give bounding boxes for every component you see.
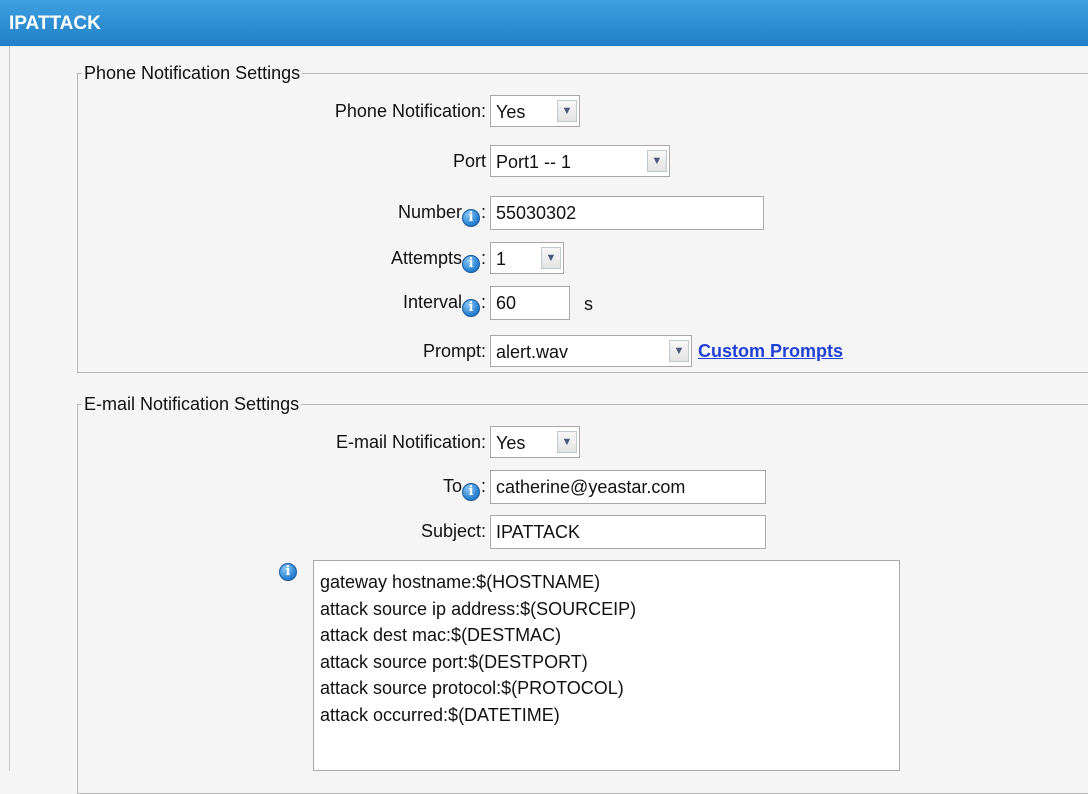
interval-input[interactable]: 60 <box>490 286 570 320</box>
subject-label: Subject: <box>420 521 486 541</box>
phone-notification-row: Phone Notification: <box>200 95 486 127</box>
phone-notification-label: Phone Notification: <box>334 101 486 121</box>
attempts-value: 1 <box>496 249 507 269</box>
port-value: Port1 -- 1 <box>496 152 572 172</box>
phone-settings-legend: Phone Notification Settings <box>84 63 301 83</box>
chevron-down-icon: ▼ <box>669 340 689 362</box>
info-icon[interactable]: i <box>461 209 480 227</box>
email-settings-legend: E-mail Notification Settings <box>84 394 300 414</box>
email-body-line: attack source ip address:$(SOURCEIP) <box>320 598 637 619</box>
prompt-value: alert.wav <box>496 342 569 362</box>
email-notification-label: E-mail Notification: <box>335 432 486 452</box>
page-title: IPATTACK <box>0 0 1088 46</box>
info-icon[interactable]: i <box>279 563 297 581</box>
interval-row: Interval i: <box>402 292 486 317</box>
chevron-down-icon: ▼ <box>541 247 561 269</box>
port-label: Port <box>452 151 486 171</box>
email-notification-row: E-mail Notification: <box>200 426 486 458</box>
to-label: To <box>442 476 462 496</box>
phone-notification-value: Yes <box>496 102 526 122</box>
email-notification-value: Yes <box>496 433 526 453</box>
email-body-line: attack dest mac:$(DESTMAC) <box>320 625 562 645</box>
port-select[interactable]: Port1 -- 1 ▼ <box>490 145 670 177</box>
chevron-down-icon: ▼ <box>647 150 667 172</box>
to-input[interactable]: catherine@yeastar.com <box>490 470 766 504</box>
prompt-label: Prompt: <box>422 341 486 361</box>
to-row: To i: <box>442 476 486 501</box>
email-body-line: gateway hostname:$(HOSTNAME) <box>320 572 601 592</box>
email-body-line: attack source port:$(DESTPORT) <box>320 651 588 672</box>
attempts-row: Attempts i: <box>390 248 486 273</box>
email-body-line: attack source protocol:$(PROTOCOL) <box>320 678 624 698</box>
interval-label: Interval <box>402 292 462 312</box>
subject-row: Subject: <box>200 515 486 547</box>
subject-input[interactable]: IPATTACK <box>490 515 766 549</box>
number-row: Number i: <box>397 202 486 227</box>
email-body-textarea[interactable]: gateway hostname:$(HOSTNAME) attack sour… <box>313 560 900 771</box>
panel-border <box>9 46 10 771</box>
prompt-row: Prompt: <box>200 335 486 367</box>
info-icon[interactable]: i <box>461 255 480 273</box>
info-icon[interactable]: i <box>461 483 480 501</box>
chevron-down-icon: ▼ <box>557 100 577 122</box>
custom-prompts-link[interactable]: Custom Prompts <box>698 341 843 362</box>
info-icon[interactable]: i <box>461 299 480 317</box>
email-body-line: attack occurred:$(DATETIME) <box>320 704 560 725</box>
interval-unit: s <box>584 294 593 314</box>
number-input[interactable]: 55030302 <box>490 196 764 230</box>
number-label: Number <box>397 202 462 222</box>
phone-notification-select[interactable]: Yes ▼ <box>490 95 580 127</box>
attempts-label: Attempts <box>390 248 462 268</box>
port-row: Port <box>200 145 486 177</box>
attempts-select[interactable]: 1 ▼ <box>490 242 564 274</box>
email-notification-select[interactable]: Yes ▼ <box>490 426 580 458</box>
chevron-down-icon: ▼ <box>557 431 577 453</box>
prompt-select[interactable]: alert.wav ▼ <box>490 335 692 367</box>
